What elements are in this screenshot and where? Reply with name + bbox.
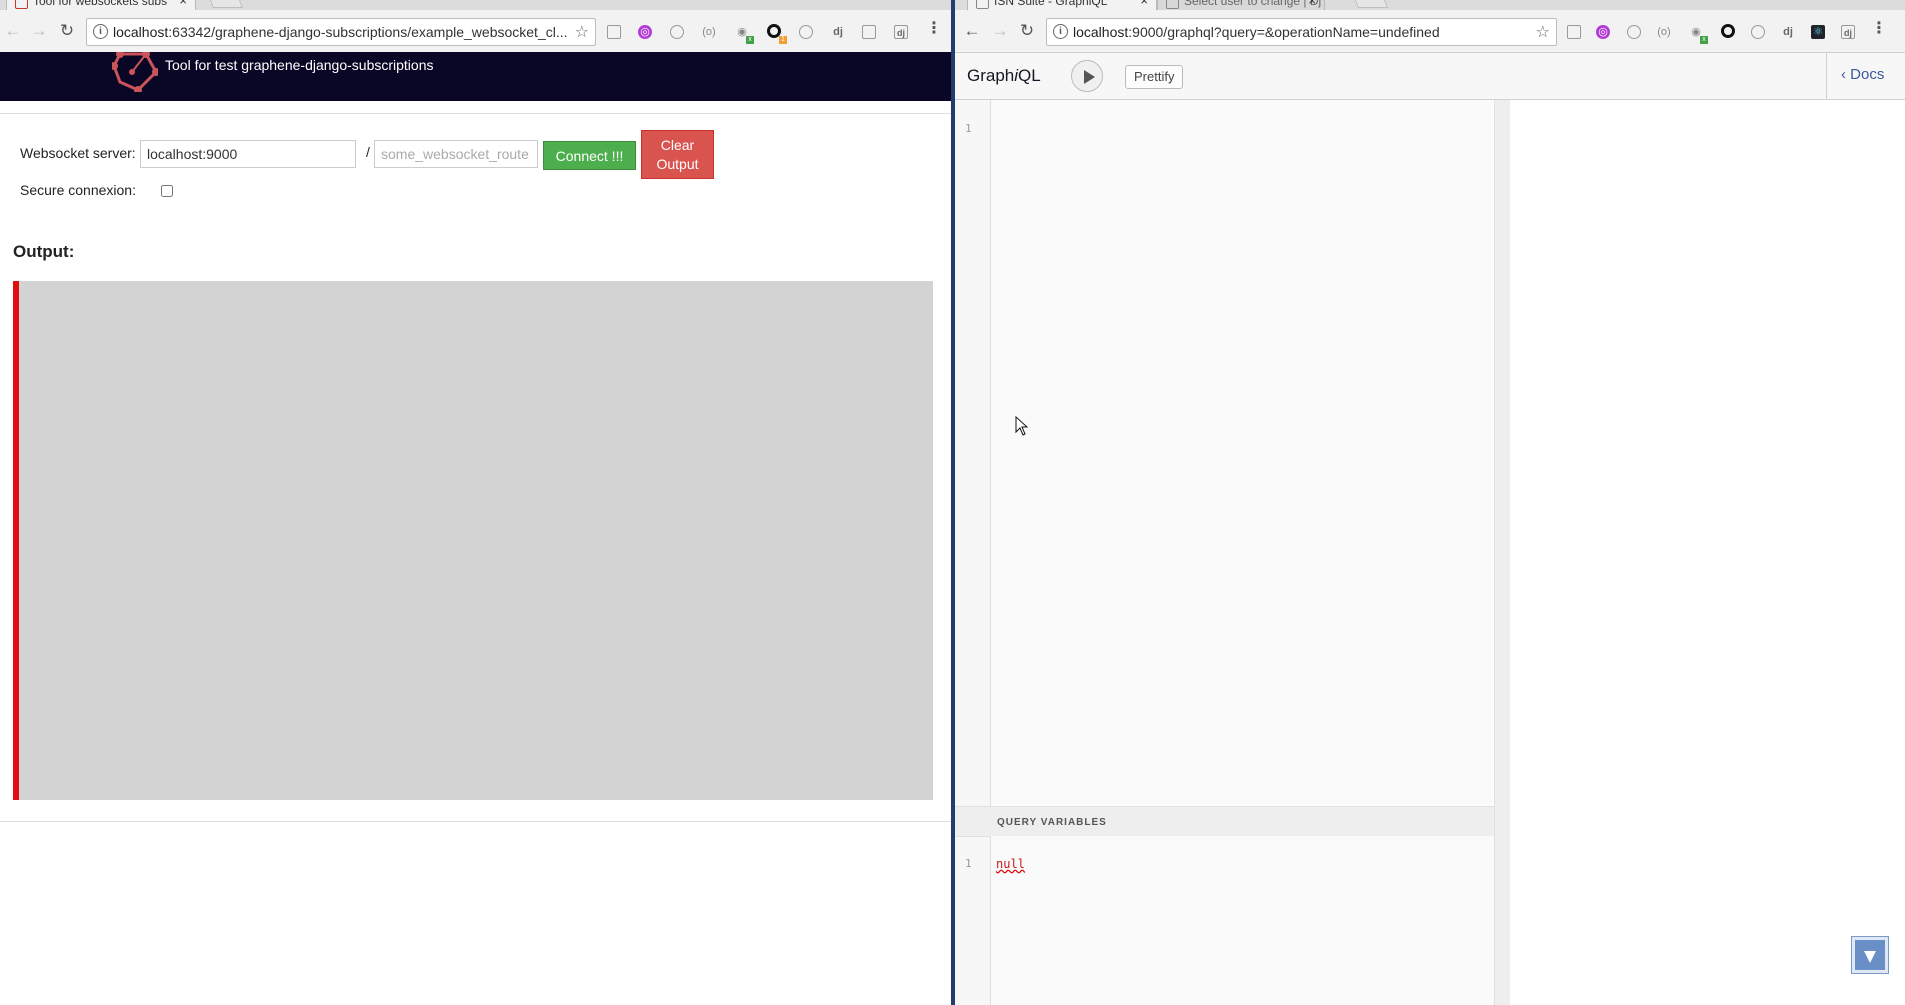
circle-icon[interactable] — [670, 25, 684, 39]
variables-value: null — [996, 857, 1025, 871]
query-editor[interactable] — [955, 100, 1493, 805]
browser-toolbar: ← → ↻ i localhost:9000/graphql?query=&op… — [955, 10, 1905, 53]
tab-icon[interactable] — [607, 25, 621, 39]
address-bar[interactable]: i localhost:63342/graphene-django-subscr… — [86, 18, 596, 46]
circle-icon[interactable] — [1627, 25, 1641, 39]
reload-icon[interactable]: ↻ — [1018, 21, 1036, 41]
mouse-cursor-icon — [1015, 415, 1029, 436]
docs-button[interactable]: ‹ Docs — [1841, 66, 1884, 83]
site-title: Tool for test graphene-django-subscripti… — [165, 57, 434, 73]
dj-icon[interactable]: dj — [1781, 25, 1795, 39]
back-arrow-icon[interactable]: ← — [963, 21, 981, 41]
websocket-server-label: Websocket server: — [20, 145, 136, 161]
chevron-left-icon: ‹ — [1841, 66, 1851, 83]
tab-strip: Tool for websockets subs × — [0, 0, 951, 11]
tab-favicon-icon — [1166, 0, 1179, 9]
execute-query-button[interactable] — [1071, 60, 1103, 92]
info-icon[interactable]: i — [93, 24, 108, 39]
react-icon[interactable]: ⚛ — [1811, 25, 1825, 39]
tab-close-icon[interactable]: × — [1140, 0, 1148, 8]
graphene-logo-icon — [112, 52, 158, 92]
tab-title: Select user to change | Dj — [1184, 0, 1322, 8]
download-button-face — [1855, 940, 1885, 970]
tab-icon[interactable] — [1567, 25, 1581, 39]
back-arrow-icon[interactable]: ← — [4, 21, 22, 41]
graphql-icon[interactable]: ◎ — [1596, 25, 1610, 39]
divider — [1826, 53, 1827, 99]
ring-icon[interactable] — [1721, 24, 1735, 38]
forward-arrow-icon[interactable]: → — [30, 21, 48, 41]
tab-strip: ISN Suite - GraphiQL × Select user to ch… — [955, 0, 1905, 11]
editor-split-handle[interactable] — [1494, 100, 1510, 1005]
new-tab-button[interactable] — [1352, 0, 1388, 8]
graphiql-topbar: GraphiQL Prettify ‹ Docs — [955, 53, 1905, 100]
globe-icon[interactable]: ◉ x — [1689, 25, 1708, 44]
tab-favicon-icon — [976, 0, 989, 9]
output-heading: Output: — [13, 242, 75, 261]
graphiql-title: GraphiQL — [967, 66, 1041, 85]
url-text: localhost:9000/graphql?query=&operationN… — [1073, 24, 1440, 40]
target-icon[interactable] — [799, 25, 813, 39]
globe-icon[interactable]: ◉ x — [735, 25, 754, 44]
forward-arrow-icon[interactable]: → — [991, 21, 1009, 41]
target-icon[interactable] — [1751, 25, 1765, 39]
path-separator: / — [366, 144, 370, 160]
divider — [0, 821, 951, 822]
right-browser-window: ISN Suite - GraphiQL × Select user to ch… — [955, 0, 1905, 1005]
tab-title: Tool for websockets subs — [33, 0, 168, 8]
prettify-button[interactable]: Prettify — [1125, 65, 1184, 89]
reload-icon[interactable]: ↻ — [58, 21, 76, 41]
new-tab-button[interactable] — [207, 0, 243, 8]
websocket-host-input[interactable] — [140, 140, 356, 168]
websocket-route-input[interactable] — [374, 140, 538, 168]
info-icon[interactable]: i — [1053, 24, 1068, 39]
line-number: 1 — [965, 857, 972, 870]
tab-title: ISN Suite - GraphiQL — [994, 0, 1108, 8]
query-variables-header[interactable]: QUERY VARIABLES — [955, 806, 1494, 837]
code-icon[interactable]: (o) — [702, 25, 716, 39]
connect-button[interactable]: Connect !!! — [543, 141, 636, 170]
line-gutter: 1 1 — [955, 100, 991, 1005]
query-variables-editor[interactable] — [991, 836, 1494, 1005]
dj-icon[interactable]: dj — [831, 25, 845, 39]
menu-icon[interactable]: ⋮ — [926, 21, 942, 37]
secure-connexion-label: Secure connexion: — [20, 182, 136, 198]
tab-favicon-icon — [15, 0, 28, 9]
address-bar[interactable]: i localhost:9000/graphql?query=&operatio… — [1046, 18, 1557, 46]
line-number: 1 — [965, 122, 972, 135]
code-icon[interactable]: (o) — [1657, 25, 1671, 39]
divider — [0, 113, 951, 114]
url-text: localhost:63342/graphene-django-subscrip… — [113, 24, 568, 40]
box-icon[interactable] — [862, 25, 876, 39]
clear-output-button[interactable]: Clear Output — [641, 130, 714, 179]
left-browser-window: Tool for websockets subs × ← → ↻ i local… — [0, 0, 951, 1005]
dj-box-icon[interactable]: dj — [894, 25, 908, 39]
download-icon[interactable] — [1851, 936, 1889, 974]
tab-close-icon[interactable]: × — [1308, 0, 1316, 8]
browser-toolbar: ← → ↻ i localhost:63342/graphene-django-… — [0, 10, 951, 53]
output-panel — [13, 281, 933, 800]
dj-box-icon[interactable]: dj — [1841, 25, 1855, 39]
site-header: Tool for test graphene-django-subscripti… — [0, 52, 951, 101]
query-variables-title: QUERY VARIABLES — [997, 817, 1107, 828]
menu-icon[interactable]: ⋮ — [1871, 21, 1887, 37]
bookmark-star-icon[interactable]: ☆ — [575, 22, 589, 42]
secure-connexion-checkbox[interactable] — [161, 185, 173, 197]
tab-close-icon[interactable]: × — [179, 0, 187, 8]
bookmark-star-icon[interactable]: ☆ — [1536, 22, 1550, 42]
ring-icon[interactable]: 1 — [767, 24, 787, 44]
graphql-icon[interactable]: ◎ — [638, 25, 652, 39]
